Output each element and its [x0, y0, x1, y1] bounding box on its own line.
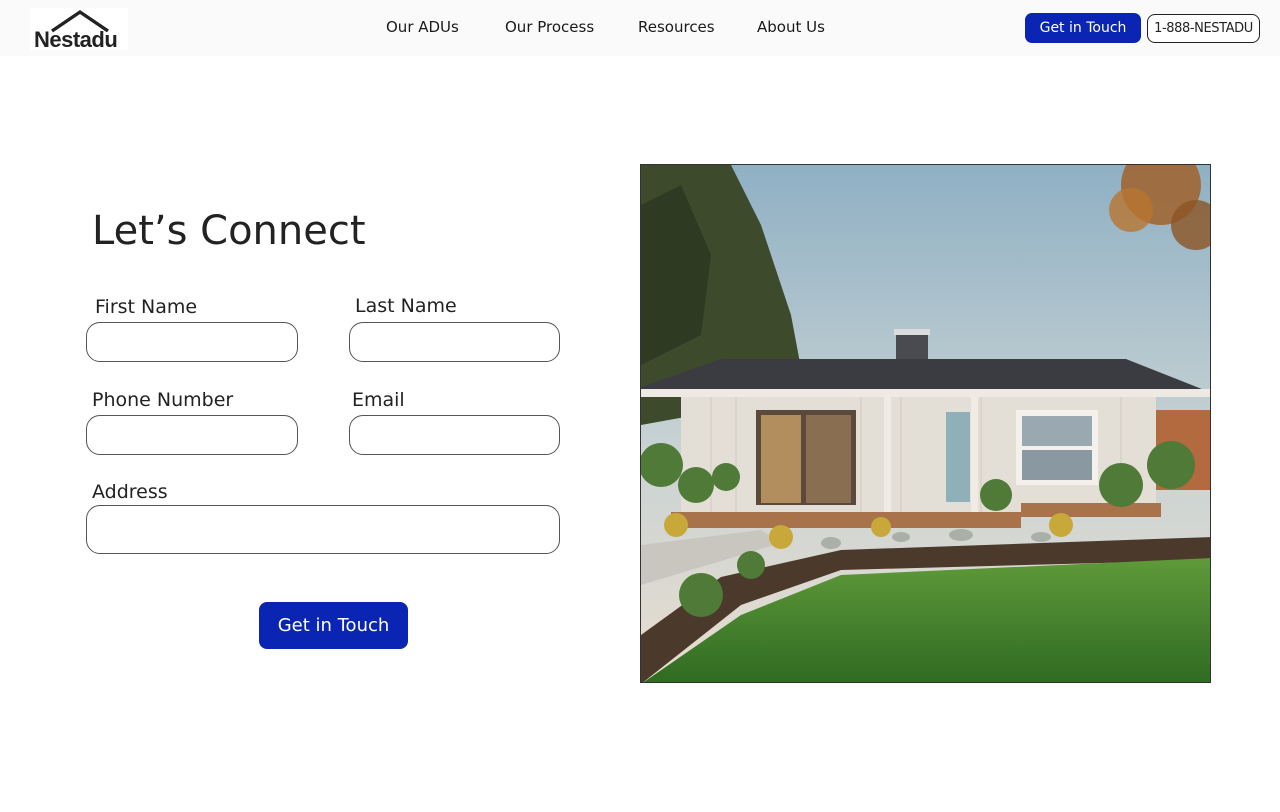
nav-our-adus[interactable]: Our ADUs	[386, 18, 459, 36]
site-header: Nestadu Our ADUs Our Process Resources A…	[0, 0, 1280, 56]
nav-resources[interactable]: Resources	[638, 18, 715, 36]
phone-button[interactable]: 1-888-NESTADU	[1147, 14, 1260, 43]
house-photo	[640, 164, 1211, 683]
first-name-label: First Name	[95, 296, 198, 318]
house-illustration	[641, 165, 1210, 682]
first-name-field[interactable]	[86, 322, 298, 362]
submit-get-in-touch-button[interactable]: Get in Touch	[259, 602, 408, 649]
last-name-label: Last Name	[355, 295, 457, 317]
logo-text: Nestadu	[34, 27, 118, 52]
email-field[interactable]	[349, 415, 560, 455]
header-get-in-touch-button[interactable]: Get in Touch	[1025, 13, 1141, 43]
page-title: Let’s Connect	[92, 208, 366, 254]
address-label: Address	[92, 481, 168, 503]
email-label: Email	[352, 389, 405, 411]
address-field[interactable]	[86, 505, 560, 554]
logo[interactable]: Nestadu	[30, 8, 128, 52]
phone-number-label: Phone Number	[92, 389, 234, 411]
phone-number-field[interactable]	[86, 415, 298, 455]
nav-about-us[interactable]: About Us	[757, 18, 825, 36]
nav-our-process[interactable]: Our Process	[505, 18, 594, 36]
last-name-field[interactable]	[349, 322, 560, 362]
